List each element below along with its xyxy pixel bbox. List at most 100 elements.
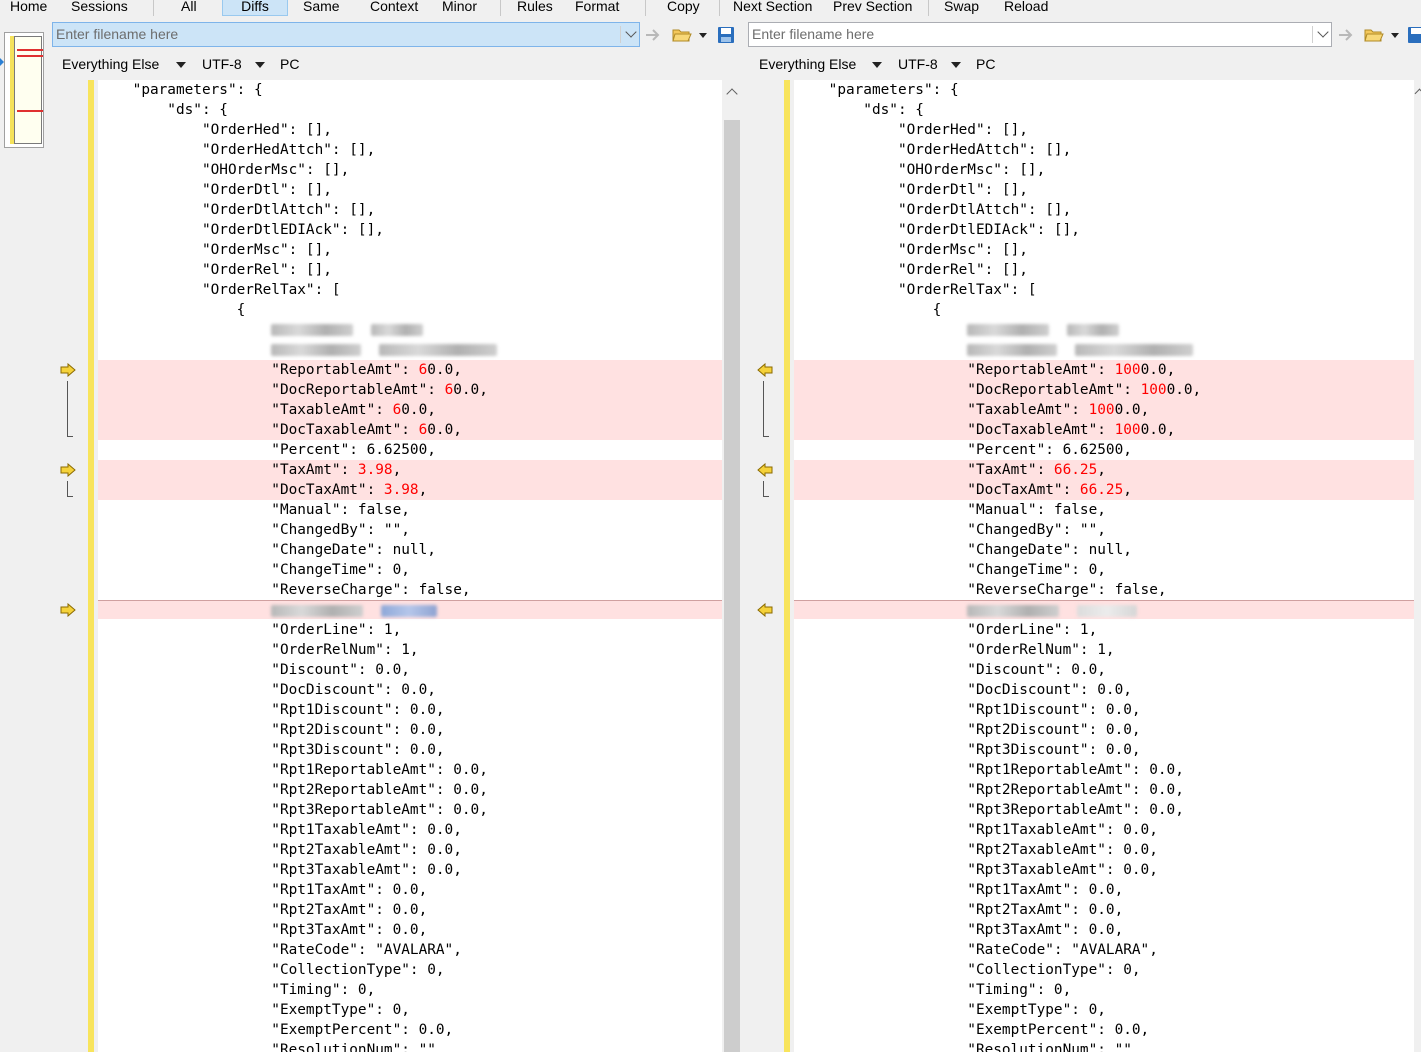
code-line: "Rpt1Discount": 0.0,	[98, 702, 445, 718]
code-line: "OrderHedAttch": [],	[794, 142, 1072, 158]
format-button[interactable]: Format	[575, 0, 619, 16]
code-line: {	[794, 302, 942, 318]
code-line: "ds": {	[98, 102, 228, 118]
diff-line: "DocTaxAmt": 3.98,	[98, 480, 722, 500]
sessions-menu[interactable]: Sessions	[71, 0, 128, 16]
diff-overview-map[interactable]	[4, 32, 44, 148]
right-format-select[interactable]: Everything Else	[759, 53, 856, 75]
code-line: "ChangeTime": 0,	[794, 562, 1106, 578]
home-menu[interactable]: Home	[10, 0, 47, 16]
code-line: "ChangeDate": null,	[98, 542, 436, 558]
code-line: "OrderMsc": [],	[794, 242, 1028, 258]
scrollbar-thumb[interactable]	[724, 120, 740, 1052]
diffs-button[interactable]: Diffs	[222, 0, 288, 16]
left-format-select[interactable]: Everything Else	[62, 53, 159, 75]
code-line: "ChangedBy": "",	[98, 522, 410, 538]
save-icon[interactable]	[715, 25, 737, 45]
diff-block-bracket	[67, 381, 73, 437]
code-line: "Rpt2TaxAmt": 0.0,	[98, 902, 428, 918]
code-line: "OrderRelTax": [	[794, 282, 1037, 298]
left-text-pane[interactable]: "parameters": { "ds": { "OrderHed": [], …	[98, 80, 722, 1052]
right-encoding-select[interactable]: UTF-8	[898, 53, 938, 75]
code-line: "OrderDtlAttch": [],	[794, 202, 1072, 218]
left-encoding-select[interactable]: UTF-8	[202, 53, 242, 75]
chevron-down-icon[interactable]	[255, 53, 265, 75]
go-arrow-icon[interactable]	[643, 25, 665, 45]
code-line: "Rpt1TaxableAmt": 0.0,	[98, 822, 462, 838]
right-line-ending-select[interactable]: PC	[976, 53, 995, 75]
swap-button[interactable]: Swap	[944, 0, 979, 16]
copy-to-left-arrow-icon[interactable]	[757, 463, 773, 477]
rules-button[interactable]: Rules	[517, 0, 553, 16]
chevron-down-icon[interactable]	[951, 53, 961, 75]
overview-viewport[interactable]	[14, 36, 42, 144]
redacted-text	[380, 605, 437, 617]
code-line: "Rpt3Discount": 0.0,	[794, 742, 1141, 758]
same-button[interactable]: Same	[303, 0, 340, 16]
reload-button[interactable]: Reload	[1004, 0, 1048, 16]
code-line: "Rpt1TaxAmt": 0.0,	[98, 882, 428, 898]
left-filename-placeholder: Enter filename here	[56, 26, 179, 42]
all-button[interactable]: All	[181, 0, 197, 16]
code-line: "Rpt3Discount": 0.0,	[98, 742, 445, 758]
code-line: "parameters": {	[794, 82, 959, 98]
diff-line: "DocTaxableAmt": 1000.0,	[794, 420, 1414, 440]
code-line: "CollectionType": 0,	[794, 962, 1141, 978]
copy-to-right-arrow-icon[interactable]	[60, 603, 76, 617]
code-line: "OrderMsc": [],	[98, 242, 332, 258]
diff-line: "ReportableAmt": 1000.0,	[794, 360, 1414, 380]
code-line: "OrderDtl": [],	[98, 182, 332, 198]
go-arrow-icon[interactable]	[1336, 25, 1358, 45]
left-code: "parameters": { "ds": { "OrderHed": [], …	[98, 80, 722, 1052]
chevron-down-icon[interactable]	[625, 26, 637, 38]
code-line: "Rpt1Discount": 0.0,	[794, 702, 1141, 718]
code-line: "ds": {	[794, 102, 924, 118]
chevron-down-icon[interactable]	[872, 53, 882, 75]
left-line-ending-select[interactable]: PC	[280, 53, 299, 75]
code-line: "OHOrderMsc": [],	[794, 162, 1046, 178]
folder-dropdown-icon[interactable]	[1389, 25, 1401, 45]
copy-to-right-arrow-icon[interactable]	[60, 363, 76, 377]
diff-line: "ReportableAmt": 60.0,	[98, 360, 722, 380]
code-line: "ReverseCharge": false,	[98, 582, 471, 598]
code-line: "OrderRel": [],	[794, 262, 1028, 278]
chevron-down-icon[interactable]	[176, 53, 186, 75]
code-line: "Timing": 0,	[794, 982, 1072, 998]
folder-dropdown-icon[interactable]	[697, 25, 709, 45]
next-section-button[interactable]: Next Section	[733, 0, 812, 16]
code-line: "ExemptType": 0,	[794, 1002, 1106, 1018]
copy-to-left-arrow-icon[interactable]	[757, 363, 773, 377]
prev-section-button[interactable]: Prev Section	[833, 0, 912, 16]
code-line: "Rpt1ReportableAmt": 0.0,	[794, 762, 1184, 778]
chevron-down-icon[interactable]	[1317, 26, 1329, 38]
code-line: "OrderDtlEDIAck": [],	[98, 222, 384, 238]
code-line: "ReverseCharge": false,	[794, 582, 1167, 598]
right-filename-input[interactable]: Enter filename here	[748, 22, 1332, 47]
right-vertical-scrollbar[interactable]	[1414, 80, 1421, 1052]
copy-to-left-arrow-icon[interactable]	[757, 603, 773, 617]
code-line: "OrderRel": [],	[98, 262, 332, 278]
code-line: "Manual": false,	[98, 502, 410, 518]
code-line: "Rpt2Discount": 0.0,	[794, 722, 1141, 738]
copy-to-right-arrow-icon[interactable]	[60, 463, 76, 477]
scroll-up-icon[interactable]	[726, 88, 738, 100]
context-button[interactable]: Context	[370, 0, 418, 16]
code-line: "Rpt2TaxableAmt": 0.0,	[98, 842, 462, 858]
toolbar-separator	[928, 0, 929, 16]
left-filename-input[interactable]: Enter filename here	[52, 22, 640, 47]
code-line: "Rpt2TaxAmt": 0.0,	[794, 902, 1124, 918]
redacted-line	[794, 340, 1414, 360]
open-folder-icon[interactable]	[1363, 25, 1385, 45]
code-line: "Rpt3TaxableAmt": 0.0,	[98, 862, 462, 878]
code-line: "DocDiscount": 0.0,	[794, 682, 1132, 698]
minor-button[interactable]: Minor	[442, 0, 477, 16]
left-vertical-scrollbar[interactable]	[722, 80, 742, 1052]
open-folder-icon[interactable]	[671, 25, 693, 45]
code-line: "Percent": 6.62500,	[794, 442, 1132, 458]
right-text-pane[interactable]: "parameters": { "ds": { "OrderHed": [], …	[794, 80, 1414, 1052]
scroll-up-icon[interactable]	[1414, 88, 1421, 99]
code-line: "Rpt2ReportableAmt": 0.0,	[794, 782, 1184, 798]
diff-line: "TaxableAmt": 1000.0,	[794, 400, 1414, 420]
copy-button[interactable]: Copy	[667, 0, 700, 16]
save-icon[interactable]	[1405, 25, 1421, 45]
